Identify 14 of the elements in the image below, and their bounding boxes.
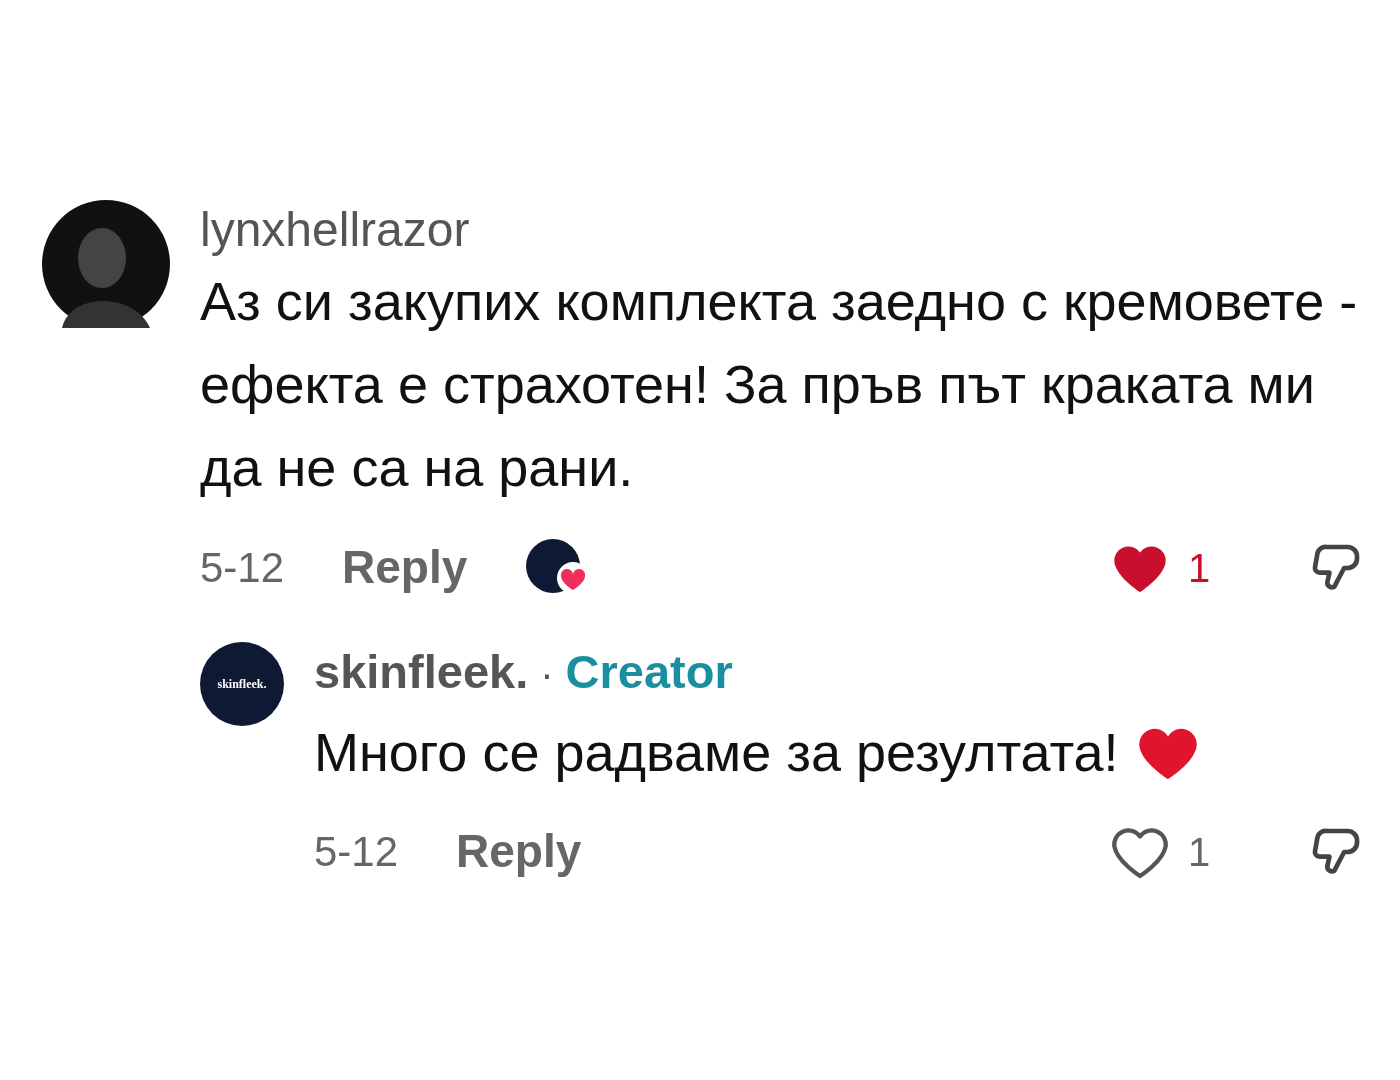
comment-date: 5-12	[314, 827, 399, 877]
comment-text: Много се радваме за резултата!	[314, 721, 1119, 784]
comment-date: 5-12	[200, 543, 285, 593]
separator: ·	[540, 651, 554, 698]
reply-button[interactable]: Reply	[342, 533, 468, 602]
creator-label: Creator	[565, 644, 733, 700]
comment-text: Аз си закупих комплекта заедно с кремовете - ефекта е страхотен! За пръв път краката ми да не са на рани.	[200, 270, 1359, 499]
avatar[interactable]	[42, 200, 170, 328]
username[interactable]: lynxhellrazor	[200, 200, 1380, 260]
username[interactable]: skinfleek.	[314, 642, 529, 702]
reply-button[interactable]: Reply	[456, 817, 582, 886]
like-count: 1	[1188, 828, 1212, 876]
avatar[interactable]: skinfleek.	[200, 642, 284, 726]
like-count: 1	[1188, 544, 1212, 592]
